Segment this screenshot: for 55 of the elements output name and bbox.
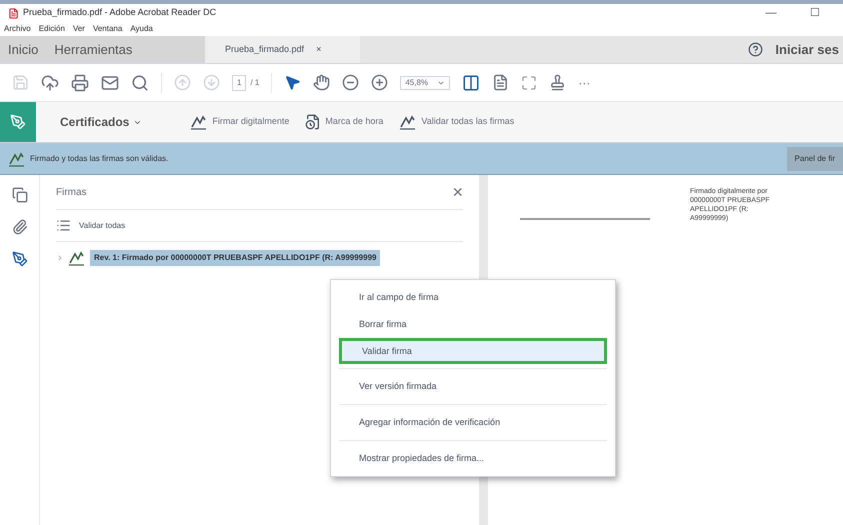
close-button[interactable]: ×	[452, 183, 463, 201]
document-clock-icon	[305, 114, 322, 130]
close-icon[interactable]: ×	[316, 42, 322, 56]
pdf-app-icon	[8, 8, 19, 18]
signature-item[interactable]: Rev. 1: Firmado por 00000000T PRUEBASPF APELLIDO1PF (R: A99999999	[90, 250, 380, 266]
zoom-in-icon[interactable]	[371, 74, 388, 91]
expand-icon[interactable]	[56, 254, 64, 262]
context-menu-item[interactable]: Ir al campo de firma	[339, 284, 607, 311]
menu-item[interactable]: Ver	[72, 23, 85, 35]
search-icon[interactable]	[131, 74, 149, 92]
mail-icon[interactable]	[101, 74, 119, 92]
document-tab[interactable]: Prueba_firmado.pdf ×	[205, 36, 360, 63]
context-menu-item[interactable]: Ver versión firmada	[339, 374, 607, 400]
banner-message: Firmado y todas las firmas son válidas.	[30, 152, 168, 164]
page-total: / 1	[250, 76, 260, 88]
nav-tab[interactable]: Inicio	[0, 36, 46, 63]
print-icon[interactable]	[71, 74, 89, 92]
menu-item[interactable]: Ayuda	[130, 23, 153, 35]
panel-title: Firmas	[56, 186, 87, 200]
validate-all-button[interactable]: Validar todas	[79, 220, 126, 232]
zoom-dropdown[interactable]: 45,8%	[400, 76, 450, 90]
cloud-upload-icon[interactable]	[41, 74, 59, 92]
fullscreen-icon[interactable]	[521, 74, 538, 90]
window-title: Prueba_firmado.pdf - Adobe Acrobat Reader DC	[23, 6, 216, 20]
context-menu-item[interactable]: Agregar información de verificación	[339, 410, 607, 436]
pages-icon[interactable]	[12, 187, 28, 203]
pointer-icon[interactable]	[284, 74, 302, 91]
menu-item[interactable]: Ventana	[92, 23, 122, 35]
document-tab-label: Prueba_firmado.pdf	[225, 42, 304, 56]
document-icon[interactable]	[492, 74, 510, 91]
nav-tab[interactable]: Herramientas	[46, 36, 140, 63]
sign-in-button[interactable]: Iniciar ses	[775, 40, 839, 60]
menu-item[interactable]: Edición	[38, 23, 65, 35]
toolbar-button[interactable]: Marca de hora	[325, 115, 384, 129]
options-icon[interactable]	[56, 218, 71, 233]
help-icon[interactable]	[748, 42, 764, 57]
window-control-button[interactable]: ☐	[795, 4, 835, 22]
hand-icon[interactable]	[313, 74, 330, 91]
context-menu-item[interactable]: Borrar firma	[339, 312, 607, 338]
page-fit-icon[interactable]	[462, 74, 480, 92]
more-button[interactable]: ···	[578, 74, 590, 92]
paperclip-icon[interactable]	[12, 219, 28, 235]
toolbar-button[interactable]: Firmar digitalmente	[212, 115, 290, 129]
context-menu-item[interactable]: Mostrar propiedades de firma...	[339, 446, 607, 472]
toolbar-button[interactable]: Validar todas las firmas	[421, 115, 514, 129]
certificates-menu[interactable]: Certificados	[60, 113, 142, 131]
page-number-field[interactable]: 1	[232, 74, 246, 90]
context-menu-item[interactable]: Validar firma	[339, 338, 607, 364]
certificates-tool-icon[interactable]	[0, 102, 36, 142]
menu-item[interactable]: Archivo	[4, 23, 31, 35]
zoom-out-icon[interactable]	[342, 74, 360, 91]
stamp-icon[interactable]	[549, 74, 566, 91]
window-control-button[interactable]: —	[751, 4, 791, 22]
pen-icon[interactable]	[12, 251, 28, 267]
signature-panel-button[interactable]: Panel de fir	[786, 146, 843, 170]
